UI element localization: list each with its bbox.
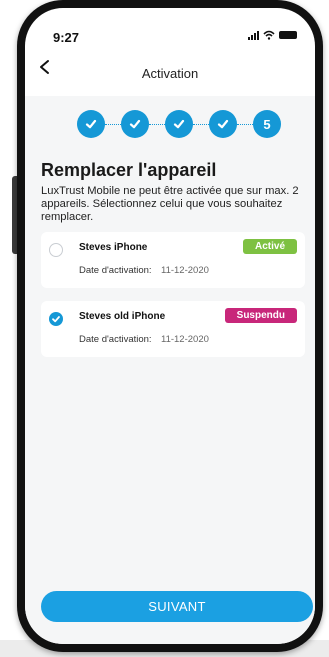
device-name: Steves old iPhone	[79, 311, 166, 322]
check-icon	[173, 119, 185, 129]
phone-screen: 9:27 Activation 5 Remplacer l'appareil L…	[25, 8, 315, 644]
phone-frame: 9:27 Activation 5 Remplacer l'appareil L…	[17, 0, 323, 652]
status-badge: Suspendu	[224, 308, 297, 323]
activation-date-value: 11-12-2020	[161, 334, 209, 345]
check-icon	[52, 316, 60, 323]
check-icon	[217, 119, 229, 129]
activation-date-value: 11-12-2020	[161, 265, 209, 276]
activation-date-label: Date d'activation:	[79, 265, 152, 276]
radio-selected[interactable]	[49, 312, 63, 326]
status-time: 9:27	[53, 30, 80, 45]
device-card[interactable]: Steves old iPhone Suspendu Date d'activa…	[41, 301, 305, 357]
step-2	[121, 110, 149, 138]
signal-icon	[248, 30, 259, 40]
progress-stepper: 5	[77, 110, 281, 140]
status-icons	[248, 30, 297, 40]
step-1	[77, 110, 105, 138]
step-connector	[149, 124, 165, 125]
status-bar: 9:27	[25, 8, 315, 48]
step-connector	[105, 124, 121, 125]
status-badge: Activé	[242, 239, 297, 254]
device-card[interactable]: Steves iPhone Activé Date d'activation: …	[41, 232, 305, 288]
step-connector	[193, 124, 209, 125]
step-connector	[237, 124, 253, 125]
page-title: Activation	[141, 66, 199, 81]
check-icon	[85, 119, 97, 129]
step-4	[209, 110, 237, 138]
next-button[interactable]: SUIVANT	[41, 591, 313, 622]
device-name: Steves iPhone	[79, 242, 148, 253]
wifi-icon	[263, 30, 275, 40]
battery-icon	[279, 31, 297, 39]
activation-date-label: Date d'activation:	[79, 334, 152, 345]
check-icon	[129, 119, 141, 129]
section-heading: Remplacer l'appareil	[41, 160, 217, 180]
section-description: LuxTrust Mobile ne peut être activée que…	[41, 185, 299, 223]
step-5-current: 5	[253, 110, 281, 138]
radio-unselected[interactable]	[49, 243, 63, 257]
step-3	[165, 110, 193, 138]
nav-bar: Activation	[25, 56, 315, 84]
